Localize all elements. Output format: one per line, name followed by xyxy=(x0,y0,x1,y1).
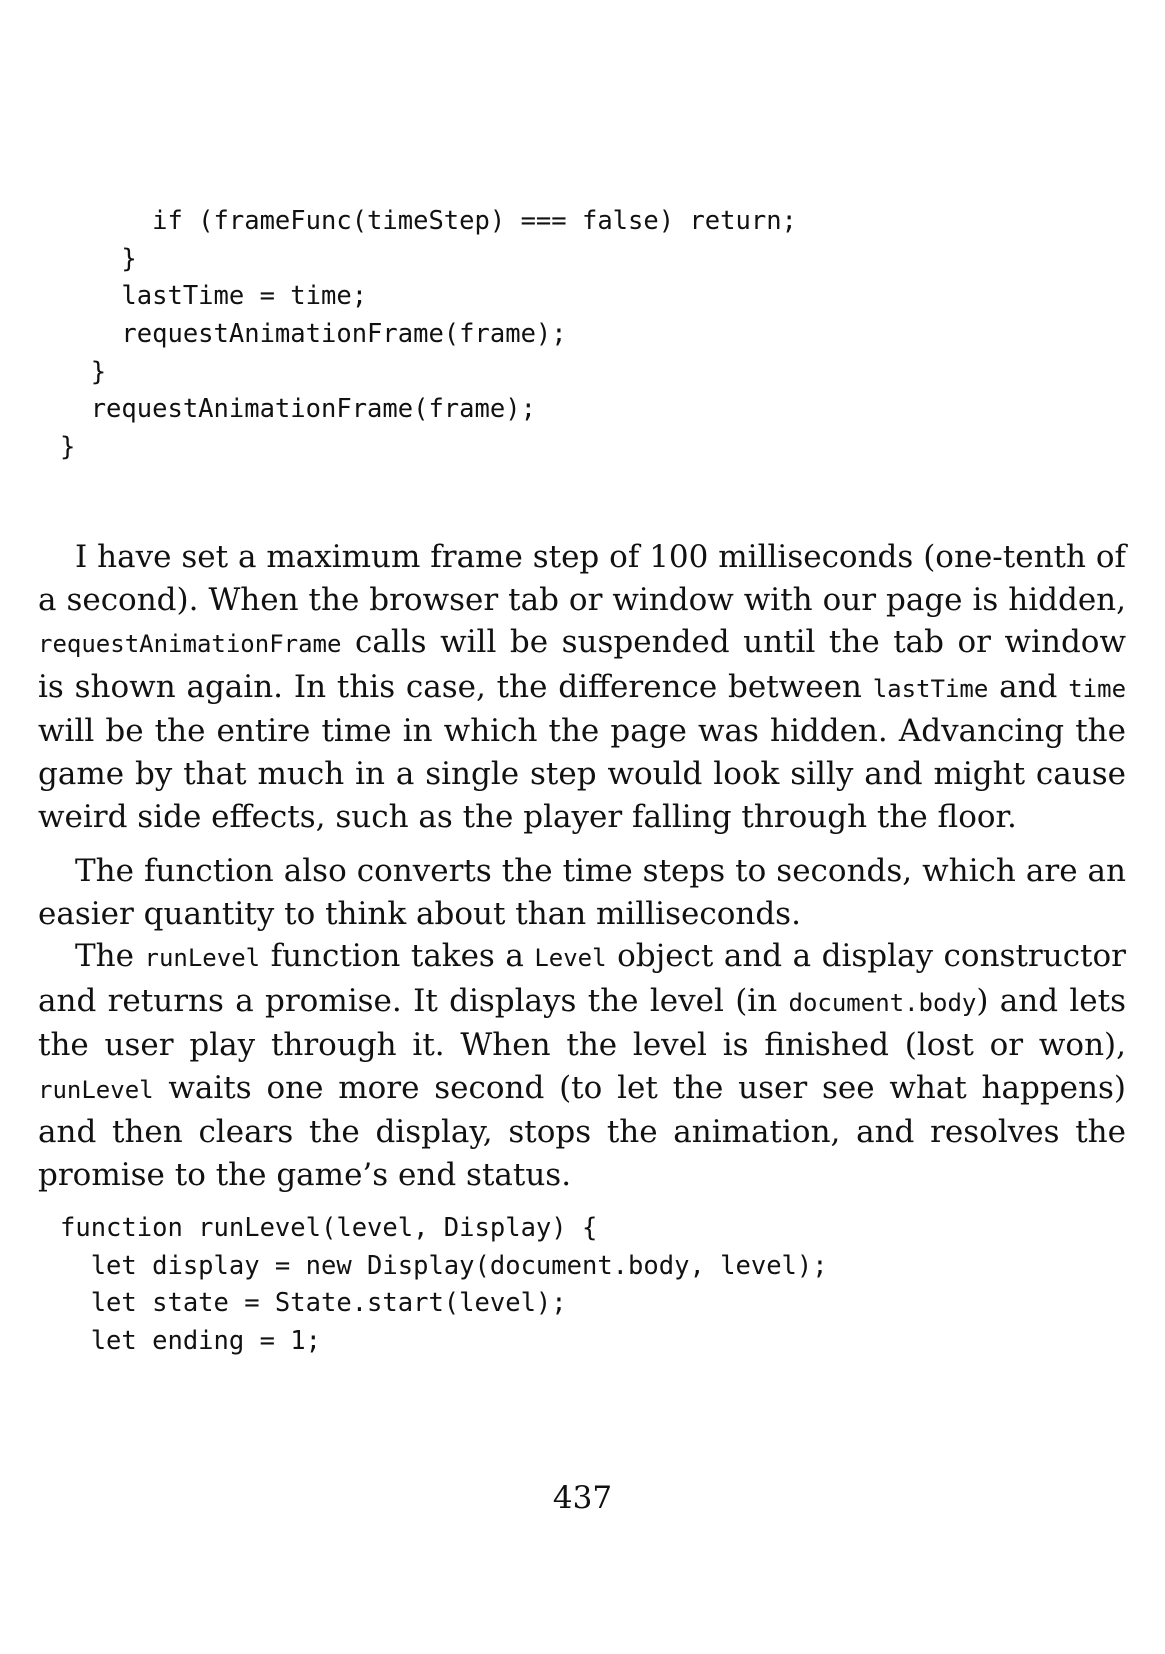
inline-code: time xyxy=(1068,674,1127,703)
inline-code: document.body xyxy=(788,988,977,1017)
code-line: requestAnimationFrame(frame); xyxy=(60,394,536,425)
code-line: } xyxy=(60,356,107,387)
inline-code: runLevel xyxy=(38,1075,154,1104)
code-block-run-level: function runLevel(level, Display) { let … xyxy=(60,1210,828,1361)
paragraph-seconds: The function also converts the time step… xyxy=(38,850,1126,935)
text-run: and xyxy=(988,668,1069,705)
code-line: } xyxy=(60,432,76,463)
inline-code: requestAnimationFrame xyxy=(38,630,342,659)
code-line: let state = State.start(level); xyxy=(60,1288,567,1319)
code-line: if (frameFunc(timeStep) === false) retur… xyxy=(60,206,797,236)
code-line: let display = new Display(document.body,… xyxy=(60,1250,828,1281)
code-line: function runLevel(level, Display) { xyxy=(60,1213,598,1243)
code-line: let ending = 1; xyxy=(60,1326,321,1357)
inline-code: Level xyxy=(534,944,607,972)
inline-code: runLevel xyxy=(144,944,261,972)
code-line: } xyxy=(60,243,137,274)
text-run: waits one more second (to let the user s… xyxy=(38,1069,1126,1193)
text-run: I have set a maximum frame step of 100 m… xyxy=(38,539,1126,618)
text-run: will be the entire time in which the pag… xyxy=(38,713,1126,835)
paragraph-run-level: The runLevel function takes a Level obje… xyxy=(38,935,1126,1197)
text-run: The xyxy=(75,938,145,974)
code-line: requestAnimationFrame(frame); xyxy=(60,319,567,350)
paragraph-frame-step: I have set a maximum frame step of 100 m… xyxy=(38,536,1126,838)
code-line: lastTime = time; xyxy=(60,281,368,312)
text-run: The function also converts the time step… xyxy=(38,853,1126,932)
code-block-frame-loop: if (frameFunc(timeStep) === false) retur… xyxy=(60,203,797,467)
text-run: function takes a xyxy=(260,938,535,974)
inline-code: lastTime xyxy=(872,674,989,703)
page-number: 437 xyxy=(552,1480,613,1516)
